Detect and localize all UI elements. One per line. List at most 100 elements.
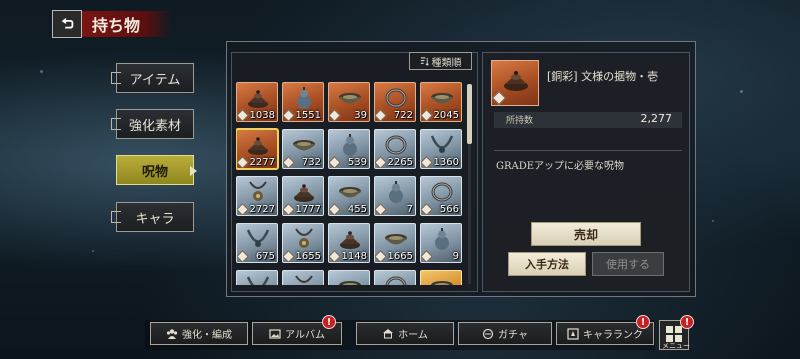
item-count: 2045 (433, 110, 459, 121)
home-icon (383, 328, 394, 338)
gourd-icon (297, 87, 311, 109)
tab-materials[interactable]: 強化素材 (111, 109, 194, 139)
rarity-badge (421, 109, 433, 121)
inventory-slot[interactable]: 1360 (420, 129, 462, 169)
inventory-slot[interactable]: 455 (328, 176, 370, 216)
inventory-slot[interactable]: 2727 (236, 176, 278, 216)
sell-button[interactable]: 売却 (531, 222, 641, 246)
incense-burner-icon (504, 71, 528, 91)
necklace-icon (246, 229, 270, 247)
acquire-method-button[interactable]: 入手方法 (508, 252, 586, 276)
pendant-icon (295, 228, 313, 248)
inventory-slot[interactable] (282, 270, 324, 285)
rarity-badge (283, 250, 295, 262)
selected-item-icon (491, 60, 539, 106)
item-count: 455 (347, 204, 367, 215)
inventory-slot[interactable]: 1038 (236, 82, 278, 122)
incense-burner-icon (248, 137, 268, 155)
item-name: [銅彩] 文様の据物・壱 (547, 70, 659, 83)
bracelet-icon (385, 88, 407, 108)
inventory-slot[interactable]: 1148 (328, 223, 370, 263)
rarity-badge (421, 156, 433, 168)
incense-burner-icon (248, 90, 268, 108)
bracelet-icon (431, 182, 453, 202)
rarity-badge (375, 203, 387, 215)
item-count: 722 (393, 110, 413, 121)
inventory-slot[interactable]: 2045 (420, 82, 462, 122)
inventory-slot[interactable]: 1655 (282, 223, 324, 263)
sort-icon (420, 56, 429, 66)
sparkle (712, 220, 714, 222)
bowl-icon (431, 93, 453, 104)
necklace-icon (430, 135, 454, 153)
gacha-icon (482, 328, 494, 339)
rarity-badge (237, 250, 249, 262)
tab-characters[interactable]: キャラ (111, 202, 194, 232)
gourd-icon (389, 181, 403, 203)
bracelet-icon (385, 135, 407, 155)
rarity-badge (329, 203, 341, 215)
inventory-slot[interactable]: 1551 (282, 82, 324, 122)
tab-cursed-objects[interactable]: 呪物 (116, 155, 194, 185)
tab-items[interactable]: アイテム (111, 63, 194, 93)
team-icon (166, 328, 178, 339)
item-count: 2727 (249, 204, 275, 215)
rarity-badge (329, 250, 341, 262)
active-tab-arrow-icon (190, 166, 197, 176)
rarity-badge (283, 109, 295, 121)
rank-icon (567, 327, 579, 340)
item-count: 1038 (249, 110, 275, 121)
scrollbar-thumb[interactable] (467, 84, 472, 144)
pendant-icon (249, 181, 267, 201)
item-count: 1551 (295, 110, 321, 121)
inventory-slot[interactable]: 566 (420, 176, 462, 216)
inventory-slot[interactable]: 39 (328, 82, 370, 122)
nav-label: アルバム (285, 330, 325, 341)
divider (494, 150, 682, 151)
inventory-slot[interactable]: 2277 (236, 128, 279, 170)
menu-grid-icon (666, 326, 673, 333)
rarity-badge (421, 250, 433, 262)
bowl-icon (431, 281, 453, 285)
rarity-badge (375, 109, 387, 121)
nav-home-button[interactable]: ホーム (356, 322, 454, 345)
inventory-slot[interactable]: 675 (236, 223, 278, 263)
rarity-badge (283, 203, 295, 215)
inventory-slot[interactable]: 539 (328, 129, 370, 169)
necklace-icon (246, 276, 270, 285)
rarity-badge (237, 156, 249, 168)
sort-button[interactable]: 種類順 (409, 52, 472, 70)
item-count: 1148 (341, 251, 367, 262)
inventory-slot[interactable] (420, 270, 462, 285)
incense-burner-icon (340, 231, 360, 249)
item-count: 9 (452, 251, 459, 262)
rarity-badge (237, 109, 249, 121)
inventory-slot[interactable]: 9 (420, 223, 462, 263)
gourd-icon (343, 134, 357, 156)
inventory-slot[interactable]: 1665 (374, 223, 416, 263)
inventory-slot[interactable] (328, 270, 370, 285)
nav-gacha-button[interactable]: ガチャ (458, 322, 552, 345)
nav-enhance-button[interactable]: 強化・編成 (150, 322, 248, 345)
inventory-slot[interactable] (374, 270, 416, 285)
bowl-icon (293, 140, 315, 151)
bracelet-icon (385, 276, 407, 285)
gourd-icon (435, 228, 449, 250)
inventory-slot[interactable]: 2265 (374, 129, 416, 169)
item-count: 539 (347, 157, 367, 168)
inventory-slot[interactable]: 1777 (282, 176, 324, 216)
rarity-badge (375, 156, 387, 168)
inventory-slot[interactable] (236, 270, 278, 285)
item-count: 566 (439, 204, 459, 215)
back-button[interactable] (52, 10, 82, 38)
use-button[interactable]: 使用する (592, 252, 664, 276)
item-count: 675 (255, 251, 275, 262)
inventory-slot[interactable]: 732 (282, 129, 324, 169)
inventory-slot[interactable]: 722 (374, 82, 416, 122)
item-count: 2265 (387, 157, 413, 168)
item-grid: 1038 1551 39 722 2045 2277 732 539 2265 1360 2727 1… (236, 82, 466, 285)
inventory-slot[interactable]: 7 (374, 176, 416, 216)
tab-label: 呪物 (141, 164, 168, 180)
incense-burner-icon (294, 184, 314, 202)
tab-label: 強化素材 (128, 118, 181, 134)
